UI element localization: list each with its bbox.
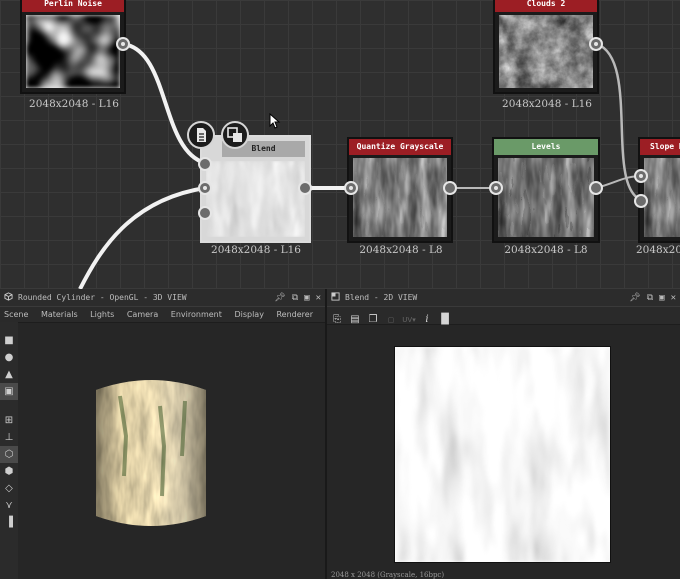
maximize-icon[interactable]: ▣ xyxy=(659,290,664,307)
node-title: Slope Bl xyxy=(640,139,680,155)
menu-renderer[interactable]: Renderer xyxy=(276,310,313,319)
document-icon[interactable] xyxy=(187,121,215,149)
2d-view-panel: Blend - 2D VIEW 📌︎ ⧉ ▣ ✕ ⎘ ▤ ❐ ▢ UV▾ i ▐▌ 2048 x … xyxy=(327,289,680,579)
cylinder-icon[interactable]: ⬢ xyxy=(0,463,18,480)
input-port-background[interactable] xyxy=(198,181,212,195)
node-thumbnail xyxy=(26,15,120,88)
cube-icon[interactable]: ⬡ xyxy=(0,446,18,463)
node-size-label: 2048x2048 - L16 xyxy=(29,98,119,110)
channel-icon[interactable]: ▢ xyxy=(383,313,399,328)
3d-view-menubar: Scene Materials Lights Camera Environmen… xyxy=(0,307,325,323)
float-window-icon[interactable]: ⧉ xyxy=(292,290,298,307)
node-thumbnail xyxy=(499,15,593,88)
node-slope-blur[interactable]: Slope Bl xyxy=(638,137,680,243)
node-thumbnail xyxy=(498,158,594,237)
panel-title: Blend - 2D VIEW xyxy=(345,293,418,302)
panel-titlebar: Rounded Cylinder - OpenGL - 3D VIEW 📌︎ ⧉ ▣… xyxy=(0,289,325,307)
node-thumbnail xyxy=(206,161,305,237)
stats-icon[interactable]: ▐ xyxy=(0,514,18,531)
camera-icon[interactable]: ■ xyxy=(0,332,18,349)
input-port[interactable] xyxy=(634,194,648,208)
2d-preview-image[interactable] xyxy=(394,346,611,563)
layers-icon[interactable]: ❐ xyxy=(365,312,381,327)
plane-icon[interactable]: ◇ xyxy=(0,480,18,497)
node-graph-canvas[interactable]: Perlin Noise 2048x2048 - L16 Clouds 2 20… xyxy=(0,0,680,289)
node-title: Perlin Noise xyxy=(22,0,124,12)
input-port-mask[interactable] xyxy=(198,206,212,220)
close-icon[interactable]: ✕ xyxy=(671,290,676,307)
menu-camera[interactable]: Camera xyxy=(127,310,158,319)
info-icon[interactable]: i xyxy=(419,312,435,327)
node-size-label: 2048x2048 - L16 xyxy=(211,244,301,256)
pin-icon[interactable]: 📌︎ xyxy=(629,290,640,307)
node-size-label: 2048x2048 - L16 xyxy=(502,98,592,110)
menu-environment[interactable]: Environment xyxy=(171,310,222,319)
blend-mode-icon[interactable] xyxy=(221,121,249,149)
panel-title: Rounded Cylinder - OpenGL - 3D VIEW xyxy=(18,293,187,302)
node-title: Quantize Grayscale xyxy=(349,139,451,155)
frame-icon[interactable]: ⊞ xyxy=(0,412,18,429)
save-icon[interactable]: ▤ xyxy=(347,312,363,327)
input-port[interactable] xyxy=(344,181,358,195)
output-port[interactable] xyxy=(589,37,603,51)
input-port-foreground[interactable] xyxy=(198,157,212,171)
3d-view-panel: Rounded Cylinder - OpenGL - 3D VIEW 📌︎ ⧉ ▣… xyxy=(0,289,325,579)
image-icon xyxy=(331,292,340,301)
output-port[interactable] xyxy=(298,181,312,195)
menu-materials[interactable]: Materials xyxy=(41,310,78,319)
close-icon[interactable]: ✕ xyxy=(316,290,321,307)
node-size-label: 2048x2048 xyxy=(636,244,680,256)
pin-icon[interactable]: 📌︎ xyxy=(274,290,285,307)
node-size-label: 2048x2048 - L8 xyxy=(359,244,443,256)
light-bulb-icon[interactable]: ● xyxy=(0,349,18,366)
node-size-label: 2048x2048 - L8 xyxy=(504,244,588,256)
node-clouds-2[interactable]: Clouds 2 xyxy=(493,0,599,94)
2d-view-toolbar: ⎘ ▤ ❐ ▢ UV▾ i ▐▌ xyxy=(327,307,680,325)
node-title: Clouds 2 xyxy=(495,0,597,12)
arrow-cursor-icon xyxy=(269,113,281,129)
environment-icon[interactable]: ▲ xyxy=(0,366,18,383)
branch-icon[interactable]: ⋎ xyxy=(0,497,18,514)
uv-dropdown-icon[interactable]: UV▾ xyxy=(401,313,417,328)
node-thumbnail xyxy=(644,158,680,237)
node-thumbnail xyxy=(353,158,447,237)
node-blend[interactable]: Blend xyxy=(200,135,311,243)
input-port[interactable] xyxy=(634,169,648,183)
rounded-cylinder-render[interactable] xyxy=(90,376,212,536)
menu-display[interactable]: Display xyxy=(234,310,264,319)
input-port[interactable] xyxy=(489,181,503,195)
panel-titlebar: Blend - 2D VIEW 📌︎ ⧉ ▣ ✕ xyxy=(327,289,680,307)
menu-scene[interactable]: Scene xyxy=(4,310,28,319)
menu-lights[interactable]: Lights xyxy=(90,310,114,319)
image-status: 2048 x 2048 (Grayscale, 16bpc) xyxy=(331,571,445,579)
maximize-icon[interactable]: ▣ xyxy=(304,290,309,307)
output-port[interactable] xyxy=(116,37,130,51)
output-port[interactable] xyxy=(443,181,457,195)
display-icon[interactable]: ▣ xyxy=(0,383,18,400)
histogram-icon[interactable]: ▐▌ xyxy=(437,312,453,327)
copy-icon[interactable]: ⎘ xyxy=(329,312,345,327)
node-levels[interactable]: Levels xyxy=(492,137,600,243)
axis-icon[interactable]: ⊥ xyxy=(0,429,18,446)
output-port[interactable] xyxy=(589,181,603,195)
cube-icon xyxy=(4,292,13,301)
node-title: Levels xyxy=(494,139,598,155)
node-perlin-noise[interactable]: Perlin Noise xyxy=(20,0,126,94)
3d-view-toolbar: ■ ● ▲ ▣ ⊞ ⊥ ⬡ ⬢ ◇ ⋎ ▐ xyxy=(0,322,18,579)
float-window-icon[interactable]: ⧉ xyxy=(647,290,653,307)
node-quantize-grayscale[interactable]: Quantize Grayscale xyxy=(347,137,453,243)
